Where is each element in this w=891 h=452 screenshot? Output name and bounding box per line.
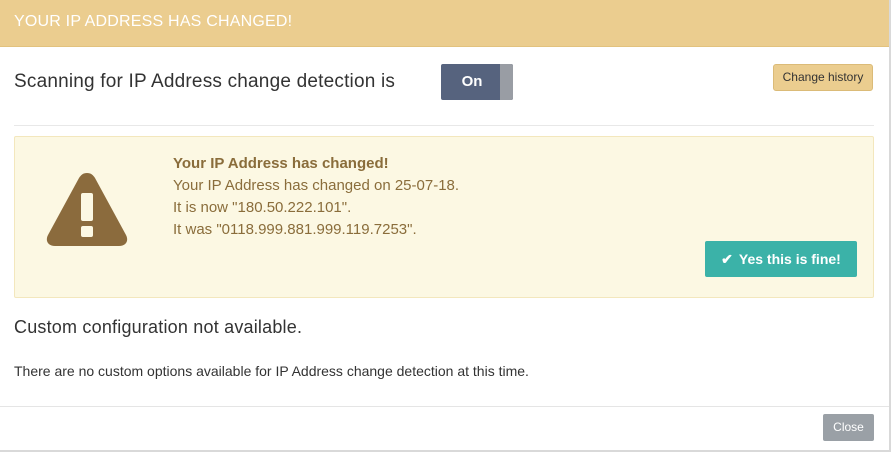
ip-change-modal: YOUR IP ADDRESS HAS CHANGED! Scanning fo…	[0, 0, 891, 452]
confirm-fine-button[interactable]: ✔ Yes this is fine!	[705, 241, 857, 277]
alert-title: Your IP Address has changed!	[173, 155, 389, 172]
divider	[14, 125, 874, 126]
change-history-button[interactable]: Change history	[773, 64, 873, 91]
scan-status-label: Scanning for IP Address change detection…	[14, 71, 396, 92]
ip-change-alert: Your IP Address has changed! Your IP Add…	[14, 136, 874, 298]
modal-footer: Close	[0, 406, 889, 450]
scan-toggle[interactable]: On	[441, 64, 513, 100]
check-icon: ✔	[721, 251, 733, 267]
custom-config-text: There are no custom options available fo…	[14, 363, 529, 379]
confirm-fine-label: Yes this is fine!	[738, 251, 841, 267]
close-button[interactable]: Close	[823, 414, 874, 441]
modal-title: YOUR IP ADDRESS HAS CHANGED!	[14, 13, 293, 30]
alert-new-ip: It is now "180.50.222.101".	[173, 199, 352, 216]
alert-old-ip: It was "0118.999.881.999.119.7253".	[173, 221, 417, 238]
modal-header: YOUR IP ADDRESS HAS CHANGED!	[0, 0, 889, 47]
toggle-handle[interactable]	[500, 64, 513, 100]
toggle-on-label: On	[461, 73, 483, 90]
warning-icon	[46, 173, 128, 246]
custom-config-heading: Custom configuration not available.	[14, 317, 303, 337]
alert-changed-date: Your IP Address has changed on 25-07-18.	[173, 177, 460, 194]
